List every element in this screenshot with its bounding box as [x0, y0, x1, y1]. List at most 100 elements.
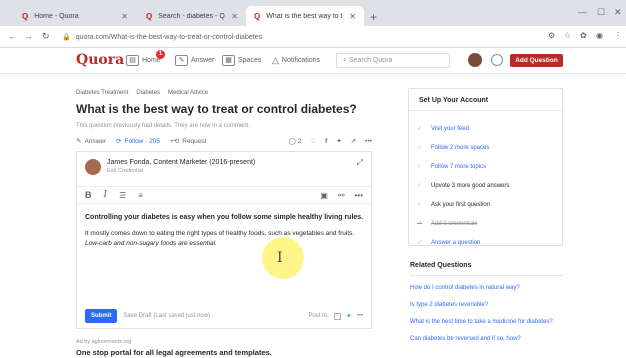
- forward-icon[interactable]: →: [24, 31, 33, 41]
- nav-home[interactable]: ▤ Home: [126, 55, 161, 66]
- notification-badge: 1: [156, 50, 165, 59]
- maximize-icon[interactable]: ☐: [597, 7, 605, 18]
- topic-tag[interactable]: Diabetes: [136, 90, 160, 96]
- related-question-link[interactable]: How do I control diabetes in natural way…: [410, 284, 563, 293]
- avatar[interactable]: [468, 53, 482, 67]
- editor-body[interactable]: Controlling your diabetes is easy when y…: [85, 212, 365, 249]
- close-icon[interactable]: ✕: [121, 12, 128, 21]
- more-icon[interactable]: •••: [355, 191, 363, 200]
- profile-icon[interactable]: ◉: [596, 31, 603, 40]
- twitter-icon[interactable]: ✦: [346, 312, 352, 320]
- setup-item[interactable]: ✓ Follow 2 more spaces: [417, 138, 509, 157]
- setup-item[interactable]: ✓ Visit your feed: [417, 119, 509, 138]
- tab-question[interactable]: Q What is the best way to treat or c ✕: [246, 6, 364, 26]
- search-input[interactable]: ⌕ Search Quora: [336, 53, 450, 68]
- post-to-checkbox[interactable]: [333, 312, 341, 320]
- back-icon[interactable]: ←: [8, 31, 17, 41]
- answer-button[interactable]: ✎ Answer: [76, 137, 106, 146]
- ad-title[interactable]: One stop portal for all legal agreements…: [76, 348, 272, 357]
- author-name: James Fonda, Content Marketer (2016-pres…: [107, 159, 256, 166]
- request-button[interactable]: +⟲ Request: [170, 137, 206, 146]
- question-meta: This question previously had details. Th…: [76, 123, 250, 129]
- answer-italic-sentence: Low-carb and non-sugary foods are essent…: [85, 240, 217, 247]
- topic-tags: Diabetes Treatment Diabetes Medical Advi…: [76, 90, 208, 96]
- setup-item[interactable]: ✓ Answer a question: [417, 233, 509, 252]
- browser-tab-bar: Q Home - Quora ✕ Q Search - diabetes - Q…: [0, 0, 626, 26]
- italic-icon[interactable]: I: [104, 190, 108, 200]
- close-icon[interactable]: ✕: [349, 12, 356, 21]
- setup-item[interactable]: ✓ Add 3 credentials: [417, 214, 509, 233]
- related-question-link[interactable]: Is type 2 diabetes reversible?: [410, 301, 563, 310]
- topic-tag[interactable]: Diabetes Treatment: [76, 90, 128, 96]
- save-draft-status[interactable]: Save Draft (Last saved just now): [123, 313, 210, 319]
- extension-icon[interactable]: ⚙: [548, 31, 555, 40]
- submit-button[interactable]: Submit: [85, 309, 118, 323]
- follow-button[interactable]: ⟳ Follow · 205: [116, 137, 160, 146]
- share-icon[interactable]: ⇗: [351, 137, 356, 145]
- related-questions-title: Related Questions: [410, 262, 563, 276]
- more-icon[interactable]: •••: [357, 313, 363, 319]
- setup-item[interactable]: ✓ Ask your first question: [417, 195, 509, 214]
- close-window-icon[interactable]: ✕: [614, 7, 622, 18]
- link-icon[interactable]: ⚯: [338, 191, 345, 200]
- setup-item-label: Follow 2 more spaces: [431, 144, 490, 151]
- request-icon: +⟲: [170, 138, 180, 145]
- setup-item-label: Ask your first question: [431, 201, 491, 208]
- tab-title: Home - Quora: [34, 12, 79, 20]
- close-icon[interactable]: ✕: [231, 12, 238, 21]
- submit-row: Submit Save Draft (Last saved just now) …: [77, 306, 371, 326]
- menu-icon[interactable]: ⋮: [614, 31, 622, 40]
- topic-tag[interactable]: Medical Advice: [168, 90, 208, 96]
- setup-item-label: Answer a question: [431, 239, 481, 246]
- answer-lead: Controlling your diabetes is easy when y…: [85, 214, 364, 221]
- check-icon: ✓: [417, 183, 423, 189]
- star-icon[interactable]: ☆: [564, 31, 571, 40]
- home-icon: ▤: [126, 55, 139, 66]
- new-tab-icon[interactable]: +: [370, 10, 377, 24]
- quora-favicon-icon: Q: [146, 11, 153, 21]
- minimize-icon[interactable]: —: [578, 7, 587, 17]
- lock-icon: 🔒: [62, 34, 71, 41]
- nav-answer[interactable]: ✎ Answer: [175, 55, 214, 66]
- quora-logo[interactable]: Quora: [76, 52, 124, 68]
- ordered-list-icon[interactable]: ☰: [119, 191, 126, 200]
- ad-source: Ad by aglreements.org: [76, 339, 132, 345]
- reload-icon[interactable]: ↻: [42, 31, 50, 42]
- avatar: [85, 159, 101, 175]
- setup-item[interactable]: ✓ Follow 7 more topics: [417, 157, 509, 176]
- pencil-icon: ✎: [175, 55, 188, 66]
- tab-home[interactable]: Q Home - Quora ✕: [14, 6, 136, 26]
- url-field[interactable]: 🔒 quora.com/What-is-the-best-way-to-trea…: [62, 30, 532, 44]
- comment-count: 2: [297, 138, 302, 145]
- check-icon: ✓: [417, 221, 423, 227]
- check-icon: ✓: [417, 126, 423, 132]
- bold-icon[interactable]: B: [85, 190, 92, 200]
- related-question-link[interactable]: Can diabetes be reversed and if so, how?: [410, 335, 563, 344]
- tab-search[interactable]: Q Search - diabetes - Quora ✕: [138, 6, 246, 26]
- globe-icon[interactable]: [491, 54, 503, 66]
- answer-paragraph: It mostly comes down to eating the right…: [85, 229, 365, 249]
- image-icon[interactable]: ▣: [320, 191, 328, 200]
- facebook-icon[interactable]: f: [325, 138, 327, 145]
- setup-title: Set Up Your Account: [409, 89, 562, 111]
- setup-account-card: Set Up Your Account ✓ Visit your feed ✓ Fo…: [408, 88, 563, 246]
- downvote-icon[interactable]: ♢: [310, 137, 316, 145]
- expand-icon[interactable]: ⤢: [357, 158, 363, 168]
- editor-toolbar: B I ☰ ≡ ▣ ⚯ •••: [77, 186, 371, 204]
- post-to-label: Post to:: [308, 313, 329, 319]
- nav-notifications[interactable]: △ Notifications: [272, 55, 320, 66]
- setup-item[interactable]: ✓ Upvote 3 more good answers: [417, 176, 509, 195]
- add-question-button[interactable]: Add Question: [510, 54, 563, 67]
- setup-item-label: Upvote 3 more good answers: [431, 182, 510, 189]
- comment-button[interactable]: ◯ 2: [289, 137, 302, 145]
- puzzle-icon[interactable]: ✿: [580, 31, 587, 40]
- setup-list: ✓ Visit your feed ✓ Follow 2 more spaces ✓…: [417, 119, 509, 252]
- edit-credential-link[interactable]: Edit Credential: [107, 168, 255, 174]
- twitter-icon[interactable]: ✦: [336, 137, 341, 145]
- related-question-link[interactable]: What is the best time to take a medicine…: [410, 318, 563, 327]
- more-icon[interactable]: •••: [365, 138, 372, 145]
- nav-spaces[interactable]: ▦ Spaces: [222, 55, 261, 66]
- nav-spaces-label: Spaces: [238, 57, 262, 64]
- check-icon: ✓: [417, 202, 423, 208]
- bulleted-list-icon[interactable]: ≡: [138, 191, 143, 200]
